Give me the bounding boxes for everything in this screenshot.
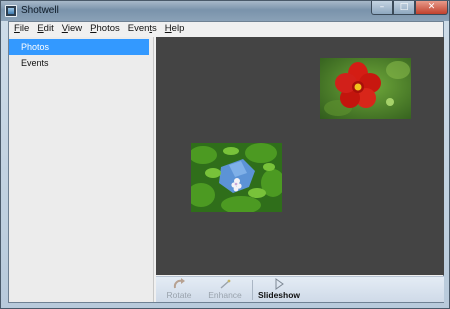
red-flower-image	[320, 58, 411, 119]
leaves-sky-image	[191, 143, 282, 212]
shotwell-app-icon[interactable]	[5, 5, 17, 17]
toolbar-separator	[252, 280, 253, 300]
play-icon	[258, 278, 300, 290]
sidebar-item-photos[interactable]: Photos	[9, 39, 149, 55]
app-window: Shotwell – □ ✕ File Edit View Photos Eve…	[0, 0, 450, 309]
rotate-button[interactable]: Rotate	[164, 278, 194, 302]
photo-thumbnail-red-flower[interactable]	[320, 58, 411, 119]
photo-toolbar: Rotate Enhance Slideshow	[156, 276, 444, 302]
menu-file[interactable]: File	[11, 22, 32, 36]
slideshow-button[interactable]: Slideshow	[258, 278, 300, 302]
client-area: File Edit View Photos Events Help Photos…	[8, 21, 444, 303]
photo-thumbnail-leaves-sky[interactable]	[191, 143, 282, 212]
close-button[interactable]: ✕	[415, 1, 448, 15]
maximize-button[interactable]: □	[393, 1, 415, 15]
minimize-button[interactable]: –	[371, 1, 393, 15]
menu-bar: File Edit View Photos Events Help	[9, 22, 443, 36]
photo-viewer[interactable]	[156, 37, 444, 275]
title-bar[interactable]: Shotwell – □ ✕	[1, 1, 449, 21]
menu-events[interactable]: Events	[125, 22, 160, 36]
sidebar: Photos Events	[9, 37, 154, 302]
menu-edit[interactable]: Edit	[34, 22, 56, 36]
menu-photos[interactable]: Photos	[87, 22, 123, 36]
enhance-button[interactable]: Enhance	[206, 278, 244, 302]
rotate-icon	[164, 278, 194, 290]
window-title: Shotwell	[21, 5, 59, 16]
menu-view[interactable]: View	[59, 22, 85, 36]
magic-wand-icon	[206, 278, 244, 290]
sidebar-item-events[interactable]: Events	[9, 55, 149, 71]
menu-help[interactable]: Help	[162, 22, 188, 36]
